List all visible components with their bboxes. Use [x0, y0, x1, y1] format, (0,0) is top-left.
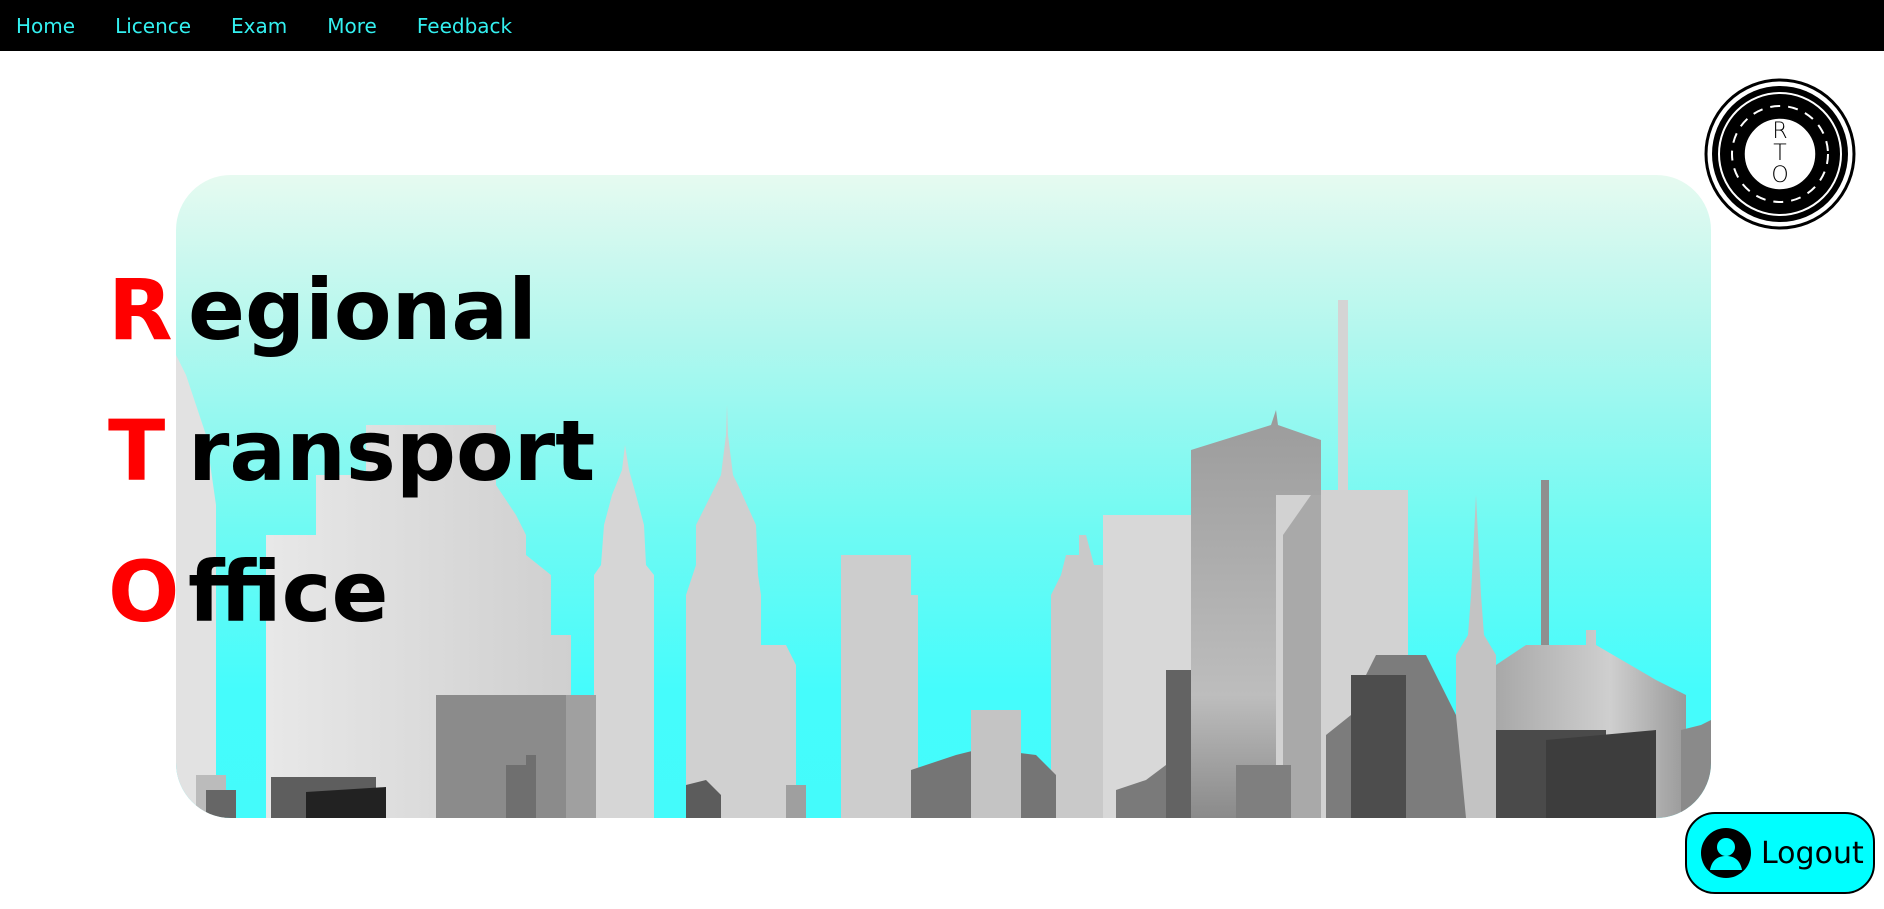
nav-exam-link[interactable]: Exam: [231, 14, 287, 38]
user-avatar-icon: [1701, 828, 1751, 878]
logout-button[interactable]: Logout: [1685, 812, 1875, 894]
title-initial-t: T: [108, 402, 166, 500]
title-initial-o: O: [108, 543, 180, 641]
logout-label: Logout: [1761, 835, 1864, 871]
title-rest-regional: egional: [188, 261, 537, 359]
rto-logo: R T O: [1704, 78, 1856, 230]
title-line-regional: Regional: [108, 240, 595, 381]
title-rest-transport: ransport: [188, 402, 596, 500]
nav-licence-link[interactable]: Licence: [115, 14, 191, 38]
title-line-transport: Transport: [108, 381, 595, 522]
title-line-office: Office: [108, 522, 595, 663]
title-initial-r: R: [108, 261, 173, 359]
nav-feedback-link[interactable]: Feedback: [417, 14, 512, 38]
logo-letter-o: O: [1771, 163, 1788, 188]
top-navbar: Home Licence Exam More Feedback: [0, 0, 1884, 51]
title-rest-office: ffice: [188, 543, 389, 641]
nav-home-link[interactable]: Home: [16, 14, 75, 38]
hero-title: Regional Transport Office: [108, 240, 595, 663]
nav-more-link[interactable]: More: [327, 14, 377, 38]
rto-road-badge-icon: R T O: [1704, 78, 1856, 230]
